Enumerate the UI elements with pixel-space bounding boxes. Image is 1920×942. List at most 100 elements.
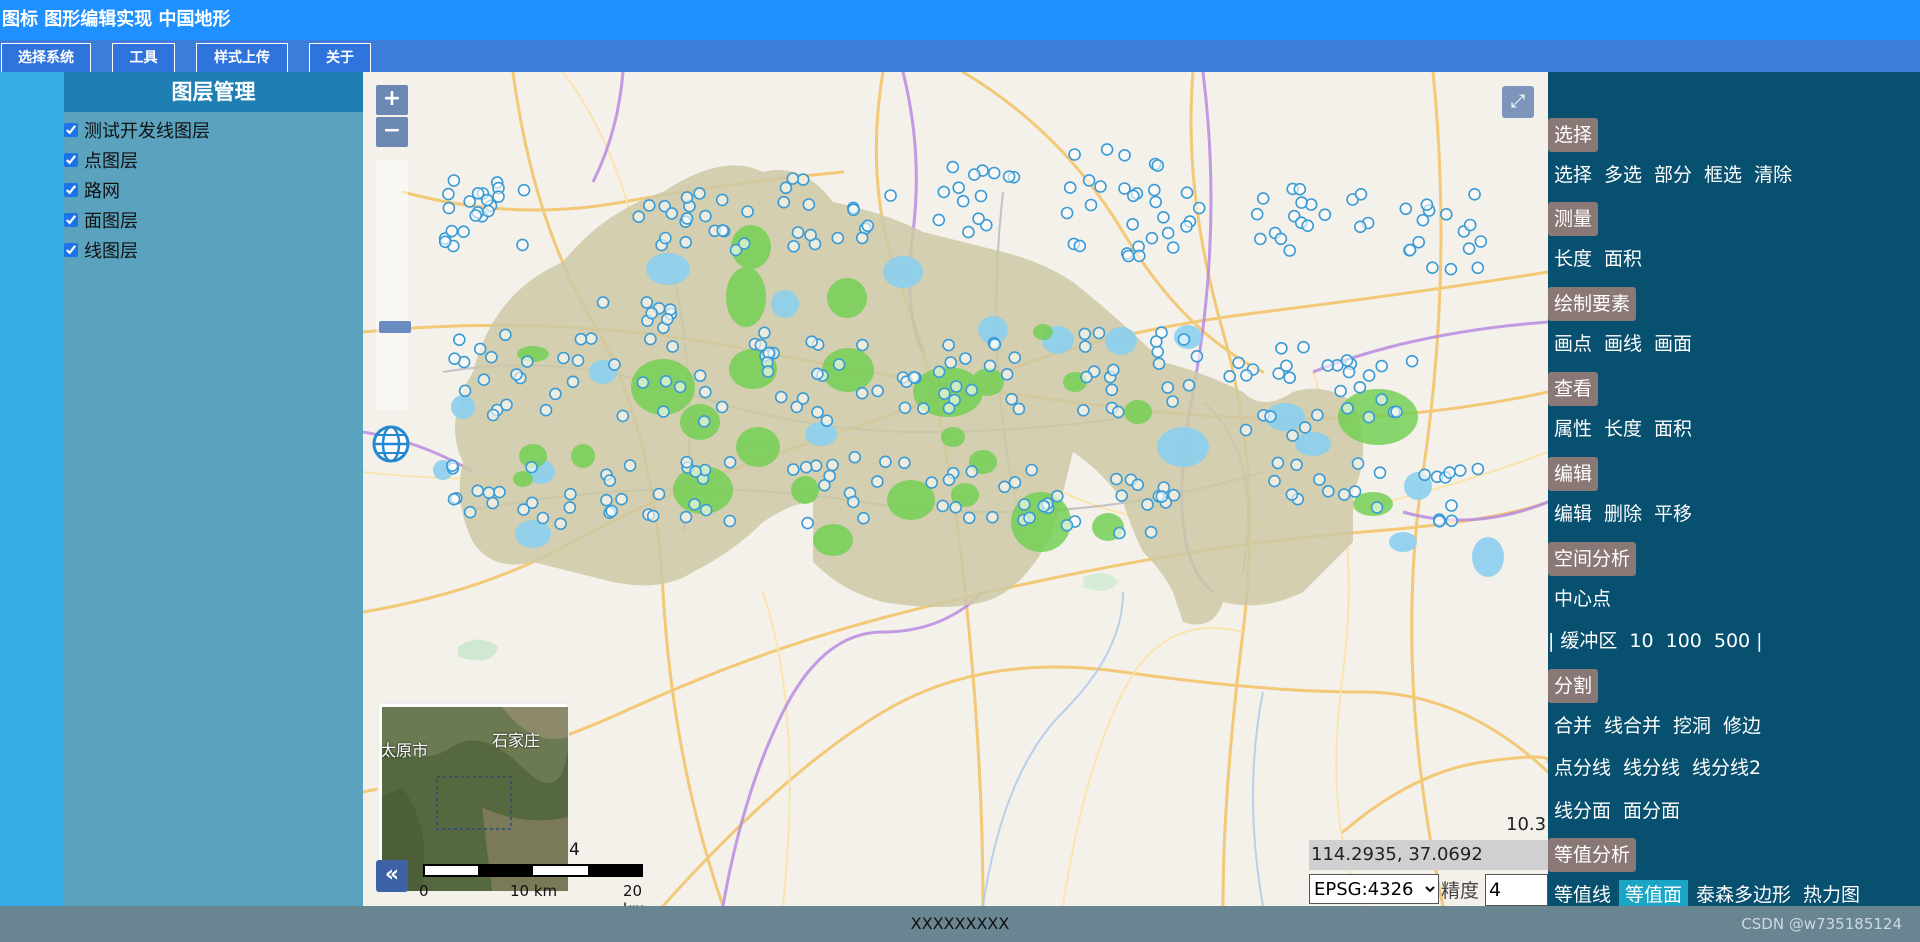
map-point-marker[interactable] xyxy=(1017,498,1031,511)
map-point-marker[interactable] xyxy=(482,204,495,218)
map-point-marker[interactable] xyxy=(787,240,801,253)
map-point-marker[interactable] xyxy=(741,205,754,218)
map-point-marker[interactable] xyxy=(1144,525,1158,539)
map-point-marker[interactable] xyxy=(974,189,988,203)
map-point-marker[interactable] xyxy=(1286,429,1299,442)
tool-section-spatial[interactable]: 空间分析 xyxy=(1548,542,1637,576)
map-point-marker[interactable] xyxy=(453,333,466,347)
tool-partial[interactable]: 部分 xyxy=(1654,160,1692,190)
layer-row-polygon[interactable]: 面图层 xyxy=(64,205,363,235)
map-point-marker[interactable] xyxy=(1462,242,1476,255)
map-point-marker[interactable] xyxy=(1037,499,1051,513)
zoom-in-button[interactable]: + xyxy=(376,85,408,115)
map-point-marker[interactable] xyxy=(473,342,487,356)
map-point-marker[interactable] xyxy=(758,326,771,340)
tool-clear[interactable]: 清除 xyxy=(1754,160,1792,190)
map-point-marker[interactable] xyxy=(659,231,672,245)
map-point-marker[interactable] xyxy=(1463,218,1477,232)
fullscreen-button[interactable]: ⤢ xyxy=(1502,86,1534,118)
tool-box-select[interactable]: 框选 xyxy=(1704,160,1742,190)
map-point-marker[interactable] xyxy=(1180,186,1194,199)
map-point-marker[interactable] xyxy=(1318,208,1332,221)
map-point-marker[interactable] xyxy=(615,492,628,506)
map-point-marker[interactable] xyxy=(1445,499,1458,512)
map-point-marker[interactable] xyxy=(1078,327,1092,341)
map-point-marker[interactable] xyxy=(463,505,477,519)
map-point-marker[interactable] xyxy=(1271,456,1285,470)
map-point-marker[interactable] xyxy=(715,193,729,207)
map-point-marker[interactable] xyxy=(855,386,869,400)
map-point-marker[interactable] xyxy=(1166,395,1179,408)
map-point-marker[interactable] xyxy=(1132,249,1146,263)
map-point-marker[interactable] xyxy=(438,235,452,249)
overview-toggle-button[interactable]: « xyxy=(376,860,408,892)
map-point-marker[interactable] xyxy=(987,166,1001,180)
tool-buffer[interactable]: 缓冲区 xyxy=(1560,626,1617,656)
tool-buffer-10[interactable]: 10 xyxy=(1629,626,1653,656)
map-point-marker[interactable] xyxy=(799,460,813,474)
tool-draw-line[interactable]: 画线 xyxy=(1604,329,1642,359)
tool-line-split-polygon[interactable]: 线分面 xyxy=(1554,796,1611,826)
map-point-marker[interactable] xyxy=(761,365,775,378)
tool-multi-select[interactable]: 多选 xyxy=(1604,160,1642,190)
tool-merge[interactable]: 合并 xyxy=(1554,711,1592,741)
map-point-marker[interactable] xyxy=(856,338,869,352)
map-point-marker[interactable] xyxy=(1403,243,1417,257)
menu-select-system[interactable]: 选择系统 xyxy=(1,43,91,72)
map-point-marker[interactable] xyxy=(447,492,461,506)
map-point-marker[interactable] xyxy=(932,213,946,227)
map-point-marker[interactable] xyxy=(723,455,737,469)
map-point-marker[interactable] xyxy=(1105,383,1119,397)
map-point-marker[interactable] xyxy=(1223,369,1237,383)
map-point-marker[interactable] xyxy=(646,509,660,523)
map-point-marker[interactable] xyxy=(1100,143,1114,156)
map-point-marker[interactable] xyxy=(1239,423,1253,437)
tool-section-view[interactable]: 查看 xyxy=(1548,372,1599,406)
map-point-marker[interactable] xyxy=(949,380,963,393)
map-point-marker[interactable] xyxy=(688,497,701,511)
map-point-marker[interactable] xyxy=(1110,472,1123,486)
layer-checkbox[interactable] xyxy=(64,213,78,227)
tool-view-area[interactable]: 面积 xyxy=(1654,414,1692,444)
map-point-marker[interactable] xyxy=(1268,474,1281,488)
map-point-marker[interactable] xyxy=(1418,468,1431,482)
map-point-marker[interactable] xyxy=(1161,381,1175,394)
map-point-marker[interactable] xyxy=(936,499,950,513)
map-point-marker[interactable] xyxy=(884,189,897,202)
map-point-marker[interactable] xyxy=(1433,514,1446,528)
map-point-marker[interactable] xyxy=(1151,345,1165,359)
menu-about[interactable]: 关于 xyxy=(309,43,371,72)
map-point-marker[interactable] xyxy=(1060,206,1074,220)
map-point-marker[interactable] xyxy=(1399,202,1413,216)
tool-line-merge[interactable]: 线合并 xyxy=(1604,711,1661,741)
map-point-marker[interactable] xyxy=(1420,198,1434,211)
layer-checkbox[interactable] xyxy=(64,123,78,137)
map-point-marker[interactable] xyxy=(623,459,637,472)
map-point-marker[interactable] xyxy=(521,355,534,368)
map-point-marker[interactable] xyxy=(1342,365,1356,379)
map-point-marker[interactable] xyxy=(557,351,570,365)
map-point-marker[interactable] xyxy=(861,219,875,233)
map-point-marker[interactable] xyxy=(1152,357,1166,371)
map-canvas[interactable]: + − ⤢ 太原市 石家庄 « 4 0 10 km 20 10.3 114.29… xyxy=(363,72,1548,906)
map-point-marker[interactable] xyxy=(640,296,654,309)
map-point-marker[interactable] xyxy=(944,356,958,369)
map-point-marker[interactable] xyxy=(457,225,470,238)
map-point-marker[interactable] xyxy=(1078,340,1092,353)
map-point-marker[interactable] xyxy=(942,401,956,415)
map-point-marker[interactable] xyxy=(616,409,630,423)
map-point-marker[interactable] xyxy=(517,503,530,516)
map-point-marker[interactable] xyxy=(1161,226,1175,240)
map-point-marker[interactable] xyxy=(962,511,976,525)
map-point-marker[interactable] xyxy=(1151,159,1165,172)
menu-style-upload[interactable]: 样式上传 xyxy=(196,43,288,72)
map-point-marker[interactable] xyxy=(925,476,939,489)
tool-line-split-line[interactable]: 线分线 xyxy=(1623,753,1680,783)
map-point-marker[interactable] xyxy=(1145,231,1159,245)
map-point-marker[interactable] xyxy=(1250,207,1264,221)
map-point-marker[interactable] xyxy=(1068,148,1081,161)
map-point-marker[interactable] xyxy=(1177,333,1191,346)
map-point-marker[interactable] xyxy=(445,224,459,238)
tool-measure-area[interactable]: 面积 xyxy=(1604,244,1642,274)
map-point-marker[interactable] xyxy=(600,493,613,507)
